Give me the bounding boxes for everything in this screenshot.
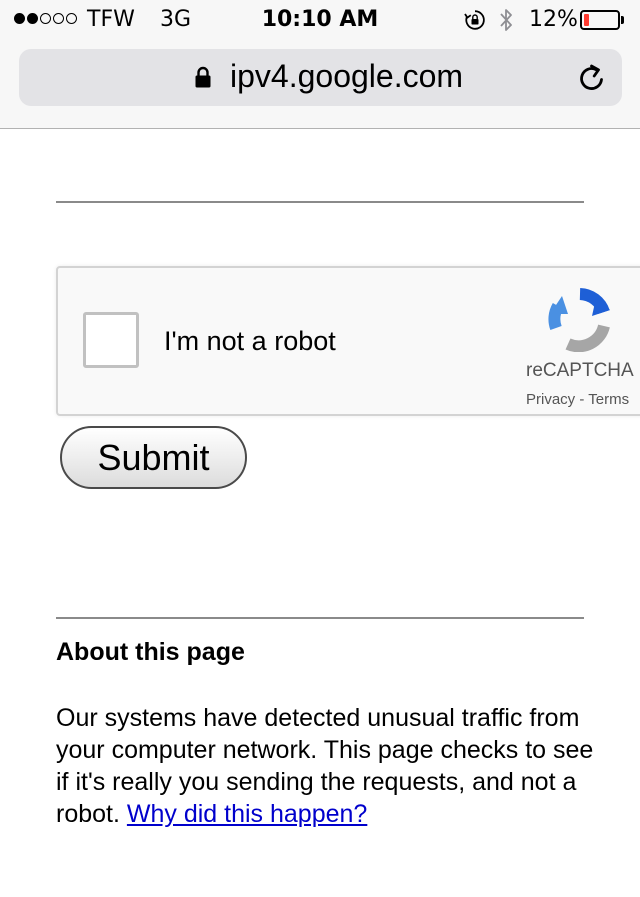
submit-button[interactable]: Submit [60,426,247,489]
why-link[interactable]: Why did this happen? [127,800,367,828]
battery-icon [580,10,620,30]
bluetooth-icon [500,9,512,31]
recaptcha-links: Privacy - Terms [526,391,629,408]
recaptcha-widget: I'm not a robot reCAPTCHA Privacy - Term… [56,266,640,416]
url-text[interactable]: ipv4.google.com [230,58,463,95]
privacy-link[interactable]: Privacy [526,391,575,408]
address-bar[interactable]: ipv4.google.com [19,49,622,106]
rotation-lock-icon [464,10,485,30]
recaptcha-brand: reCAPTCHA [526,360,634,381]
about-title: About this page [56,638,245,666]
browser-chrome: TFW 3G 10:10 AM 12% ipv4.google.com [0,0,640,129]
status-bar: TFW 3G 10:10 AM 12% [0,0,640,40]
terms-link[interactable]: Terms [588,391,629,408]
links-separator: - [575,391,589,408]
bottom-divider [56,617,584,619]
about-body: Our systems have detected unusual traffi… [56,702,596,830]
battery-cap [621,16,624,24]
lock-icon [195,66,211,88]
reload-icon[interactable] [577,63,607,93]
recaptcha-label: I'm not a robot [164,326,336,356]
recaptcha-logo-icon [548,288,610,352]
recaptcha-checkbox[interactable] [83,312,139,368]
top-divider [56,201,584,203]
battery-percent: 12% [529,7,578,32]
